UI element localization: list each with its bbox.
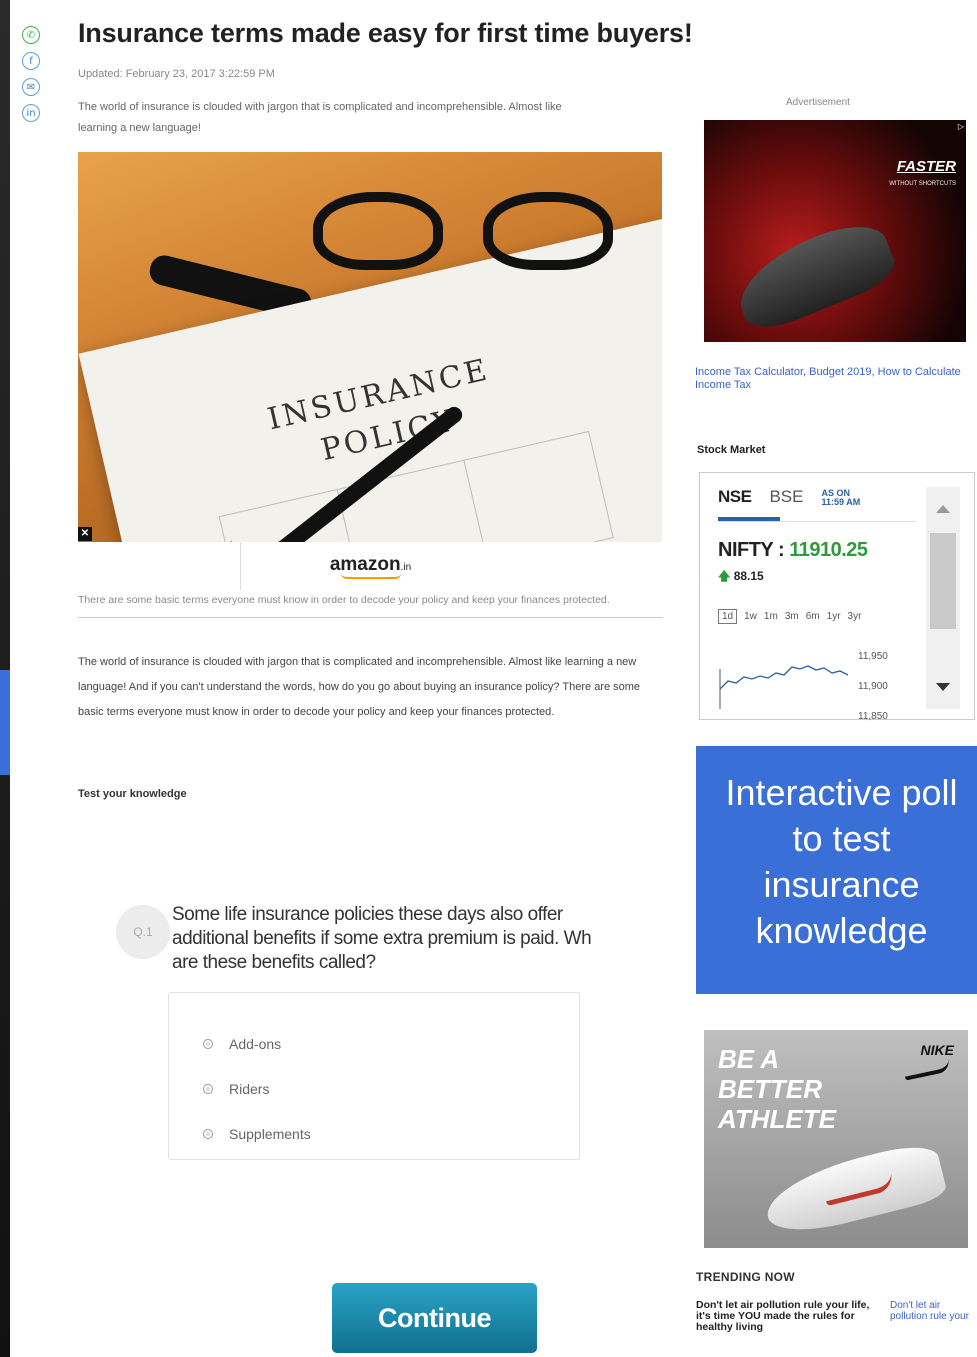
amazon-ad[interactable]: amazon.in (240, 542, 500, 590)
range-1m[interactable]: 1m (764, 611, 778, 622)
range-1yr[interactable]: 1yr (827, 611, 841, 622)
tab-nse[interactable]: NSE (718, 487, 752, 507)
option-riders[interactable]: Riders (203, 1066, 579, 1111)
hero-image: INSURANCE POLICY (78, 152, 662, 542)
range-3m[interactable]: 3m (785, 611, 799, 622)
image-caption: There are some basic terms everyone must… (78, 592, 663, 618)
tab-divider (718, 521, 916, 522)
nifty-index: NIFTY : 11910.25 (718, 539, 868, 561)
scroll-up-icon[interactable] (936, 505, 950, 513)
article-page: ✆ f ✉ in Insurance terms made easy for f… (10, 0, 977, 1357)
article-body: The world of insurance is clouded with j… (78, 656, 641, 718)
range-selector: 1d 1w 1m 3m 6m 1yr 3yr (718, 609, 861, 624)
tab-bse[interactable]: BSE (769, 487, 803, 507)
nike-ad-text: BE A BETTER ATHLETE (718, 1044, 836, 1134)
scroll-down-icon[interactable] (936, 683, 950, 691)
range-3yr[interactable]: 3yr (848, 611, 862, 622)
share-bar: ✆ f ✉ in (22, 26, 44, 122)
radio-icon[interactable] (203, 1083, 213, 1094)
radio-icon[interactable] (203, 1128, 213, 1139)
nike-logo: NIKE (920, 1042, 954, 1058)
shoe-ad-banner[interactable]: ▷ FASTER WITHOUT SHORTCUTS (704, 120, 966, 342)
exchange-tabs: NSE BSE AS ON 11:59 AM (718, 487, 860, 507)
scroll-thumb[interactable] (930, 533, 956, 629)
option-add-ons[interactable]: Add-ons (203, 1021, 579, 1066)
trending-story-link[interactable]: Don't let air pollution rule your (890, 1300, 977, 1322)
article-headline: Insurance terms made easy for first time… (78, 18, 693, 48)
trending-story-text[interactable]: Don't let air pollution rule your life, … (696, 1300, 882, 1333)
messenger-icon[interactable]: ✉ (22, 78, 40, 96)
nifty-sparkline (719, 665, 848, 709)
quiz-options: Add-ons Riders Supplements (168, 992, 580, 1160)
quiz-question: Some life insurance policies these days … (172, 904, 592, 973)
as-on-time: AS ON 11:59 AM (821, 488, 861, 507)
interactive-poll-callout: Interactive poll to test insurance knowl… (696, 746, 977, 994)
test-knowledge-heading: Test your knowledge (78, 788, 187, 800)
stock-market-heading: Stock Market (697, 444, 766, 456)
swoosh-icon (903, 1059, 951, 1081)
close-icon[interactable]: ✕ (78, 527, 92, 541)
index-change: 🡅 88.15 (718, 569, 764, 583)
running-shoe-shape (726, 212, 902, 338)
income-tax-calculator-link[interactable]: Income Tax Calculator, Budget 2019, How … (695, 366, 975, 392)
updated-timestamp: Updated: February 23, 2017 3:22:59 PM (78, 68, 275, 80)
question-number: Q.1 (116, 905, 170, 959)
range-1d[interactable]: 1d (718, 609, 738, 624)
whatsapp-icon[interactable]: ✆ (22, 26, 40, 44)
option-supplements[interactable]: Supplements (203, 1111, 579, 1156)
ad-close-icon[interactable]: ▷ (958, 122, 964, 131)
y-axis-ticks: 11,950 11,900 11,850 (858, 651, 888, 722)
radio-icon[interactable] (203, 1038, 213, 1049)
facebook-icon[interactable]: f (22, 52, 40, 70)
linkedin-icon[interactable]: in (22, 104, 40, 122)
advertisement-label: Advertisement (786, 97, 850, 108)
widget-scrollbar[interactable] (926, 487, 960, 709)
article-intro: The world of insurance is clouded with j… (78, 101, 562, 134)
continue-button[interactable]: Continue (332, 1283, 537, 1353)
ad-headline: FASTER (896, 158, 956, 175)
trending-heading: TRENDING NOW (696, 1270, 795, 1284)
glasses-shape (303, 177, 643, 287)
range-6m[interactable]: 6m (806, 611, 820, 622)
stock-widget: NSE BSE AS ON 11:59 AM NIFTY : 11910.25 🡅… (699, 472, 975, 722)
nike-ad-banner[interactable]: BE A BETTER ATHLETE NIKE (704, 1030, 968, 1248)
ad-subline: WITHOUT SHORTCUTS (889, 181, 956, 187)
up-arrow-icon: 🡅 (718, 569, 731, 583)
range-1w[interactable]: 1w (744, 611, 757, 622)
amazon-logo: amazon.in (329, 554, 412, 575)
